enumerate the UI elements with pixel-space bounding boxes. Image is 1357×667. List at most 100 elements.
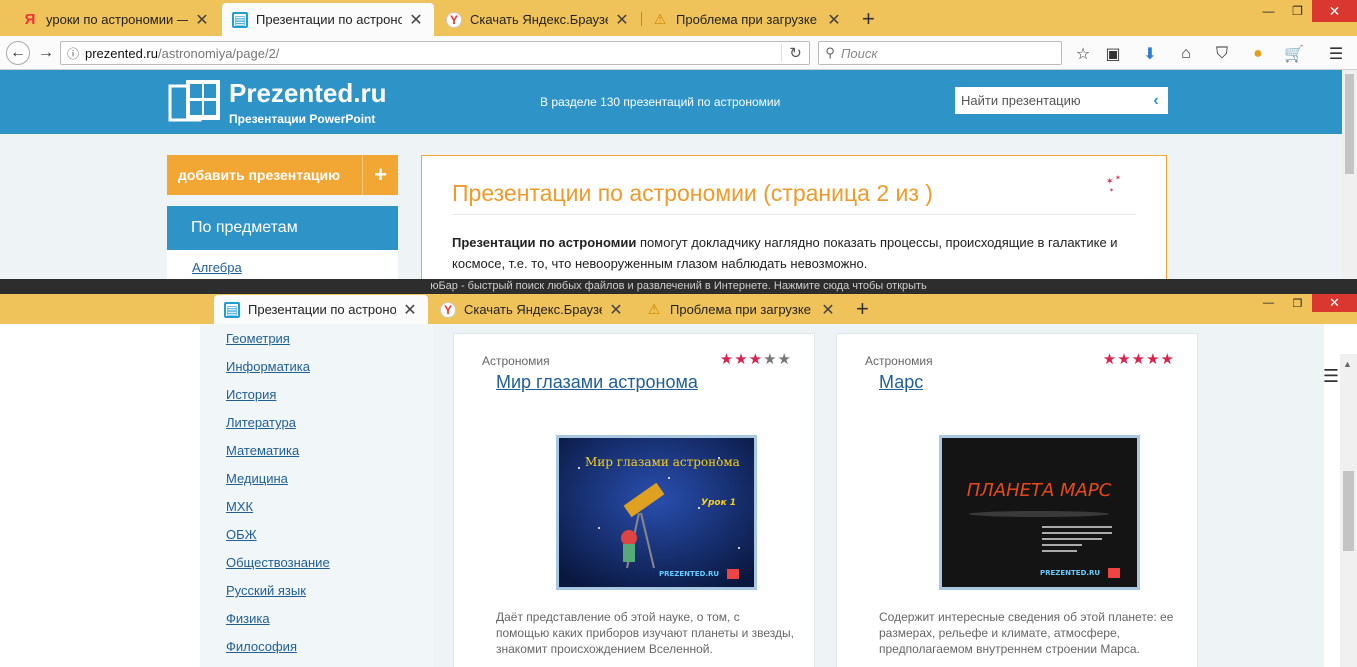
close-window-icon[interactable]: ✕ — [1312, 294, 1357, 312]
subject-link-algebra[interactable]: Алгебра — [192, 260, 242, 275]
intro-text: Презентации по астрономии помогут доклад… — [452, 232, 1136, 274]
page-title: Презентации по астрономии (страница 2 из… — [452, 180, 933, 206]
star-icon[interactable]: ★ — [1161, 351, 1175, 368]
page-scrollbar[interactable]: ☰ ▲ — [1323, 324, 1357, 667]
logo-subtitle: Презентации PowerPoint — [229, 112, 376, 126]
back-arrow-icon[interactable]: ← — [6, 41, 30, 65]
address-bar[interactable]: ⓘ prezented.ru/astronomiya/page/2/ ↻ — [60, 41, 810, 65]
yandex-browser-icon: Y — [446, 11, 462, 28]
star-icon[interactable]: ★ — [749, 351, 763, 368]
maximize-icon[interactable]: ❐ — [1283, 0, 1312, 22]
new-tab-button[interactable]: + — [862, 6, 875, 32]
subjects-list-panel: Геометрия Информатика История Литература… — [200, 324, 433, 667]
rating-stars[interactable]: ★★★★★ — [1103, 350, 1175, 368]
subject-link[interactable]: ОБЖ — [226, 527, 257, 542]
star-icon[interactable]: ★ — [720, 351, 734, 368]
scroll-up-arrow-icon[interactable]: ▲ — [1343, 359, 1352, 369]
warning-icon: ⚠ — [647, 301, 661, 317]
category-label[interactable]: Астрономия — [865, 354, 933, 368]
site-search-input[interactable]: Найти презентацию ‹ — [955, 87, 1168, 114]
logo-title[interactable]: Prezented.ru — [229, 78, 387, 109]
minimize-icon[interactable]: — — [1254, 0, 1283, 22]
reload-icon[interactable]: ↻ — [781, 44, 809, 62]
scrollbar-thumb[interactable] — [1345, 74, 1354, 174]
presentation-thumbnail[interactable]: Мир глазами астронома Урок 1 PREZENTED.R… — [556, 435, 757, 590]
close-tab-icon[interactable]: ✕ — [608, 300, 624, 320]
star-icon[interactable]: ★ — [734, 351, 748, 368]
bookmarks-list-icon[interactable]: ▣ — [1103, 44, 1123, 64]
add-presentation-button[interactable]: добавить презентацию + — [167, 155, 398, 195]
subject-link[interactable]: Философия — [226, 639, 297, 654]
extension-icon[interactable]: ● — [1248, 44, 1268, 64]
subject-link[interactable]: Математика — [226, 443, 299, 458]
thumbnail-brand: PREZENTED.RU — [659, 570, 719, 578]
presentation-icon: ▤ — [232, 11, 248, 28]
thumbnail-subtitle: Урок 1 — [701, 498, 736, 508]
star-icon[interactable]: ★ — [763, 351, 777, 368]
intro-bold: Презентации по астрономии — [452, 235, 637, 250]
tab-prezented[interactable]: ▤ Презентации по астрономи ✕ — [214, 295, 428, 324]
plus-icon: + — [362, 155, 398, 195]
subject-link[interactable]: Физика — [226, 611, 270, 626]
subject-link[interactable]: Русский язык — [226, 583, 306, 598]
tab-yandex-browser[interactable]: Y Скачать Яндекс.Браузер ✕ — [430, 295, 634, 324]
info-icon[interactable]: ⓘ — [61, 45, 85, 62]
close-tab-icon[interactable]: ✕ — [820, 300, 836, 320]
subjects-heading: По предметам — [167, 206, 398, 250]
forward-arrow-icon[interactable]: → — [34, 41, 58, 65]
page-scrollbar[interactable] — [1342, 70, 1357, 280]
star-icon[interactable]: ★ — [1103, 351, 1117, 368]
star-icon[interactable]: ★ — [1132, 351, 1146, 368]
tab-load-problem[interactable]: ⚠ Проблема при загрузке стр ✕ — [642, 3, 852, 36]
home-icon[interactable]: ⌂ — [1176, 44, 1196, 64]
subject-link[interactable]: Геометрия — [226, 331, 290, 346]
scrollbar-thumb[interactable] — [1343, 471, 1354, 551]
subject-link[interactable]: Литература — [226, 415, 296, 430]
star-icon[interactable]: ★ — [1117, 351, 1131, 368]
star-icon[interactable]: ★ — [778, 351, 792, 368]
chevron-left-icon[interactable]: ‹ — [1144, 92, 1168, 110]
subject-link[interactable]: Медицина — [226, 471, 288, 486]
downloads-icon[interactable]: ⬇ — [1140, 44, 1160, 64]
close-tab-icon[interactable]: ✕ — [614, 10, 630, 30]
scrollbar-track[interactable]: ▲ — [1340, 354, 1357, 667]
subject-link[interactable]: Обществознание — [226, 555, 330, 570]
tab-prezented[interactable]: ▤ Презентации по астрономи ✕ — [222, 3, 434, 36]
presentation-thumbnail[interactable]: ПЛАНЕТА МАРС PREZENTED.RU — [939, 435, 1140, 590]
tab-yandex-search[interactable]: Я уроки по астрономии — Ян ✕ — [12, 3, 220, 36]
search-icon: ⚲ — [825, 45, 835, 60]
close-tab-icon[interactable]: ✕ — [402, 300, 418, 320]
bookmark-star-icon[interactable]: ☆ — [1073, 44, 1093, 64]
star-icon[interactable]: ★ — [1146, 351, 1160, 368]
subject-link[interactable]: История — [226, 387, 276, 402]
close-tab-icon[interactable]: ✕ — [826, 10, 842, 30]
maximize-icon[interactable]: ❐ — [1283, 294, 1312, 312]
thumbnail-heading: Мир глазами астронома — [585, 455, 740, 469]
tab-bar: Я уроки по астрономии — Ян ✕ ▤ Презентац… — [0, 0, 1357, 36]
presentation-card: Астрономия ★★★★★ Мир глазами астронома М… — [453, 333, 815, 667]
pocket-icon[interactable]: ⛉ — [1212, 44, 1232, 64]
close-tab-icon[interactable]: ✕ — [408, 10, 424, 30]
thumbnail-heading: ПЛАНЕТА МАРС — [967, 480, 1112, 501]
menu-icon[interactable]: ☰ — [1326, 44, 1346, 64]
rating-stars[interactable]: ★★★★★ — [720, 350, 792, 368]
presentation-title-link[interactable]: Мир глазами астронома — [496, 372, 698, 393]
menu-icon[interactable]: ☰ — [1323, 366, 1339, 387]
minimize-icon[interactable]: — — [1254, 294, 1283, 312]
subject-link[interactable]: Информатика — [226, 359, 310, 374]
category-label[interactable]: Астрономия — [482, 354, 550, 368]
notification-bar[interactable]: юБар - быстрый поиск любых файлов и разв… — [0, 279, 1357, 294]
presentation-icon: ▤ — [224, 301, 240, 318]
yandex-browser-icon: Y — [440, 301, 456, 318]
close-tab-icon[interactable]: ✕ — [194, 10, 210, 30]
subject-link[interactable]: МХК — [226, 499, 253, 514]
url-path: /astronomiya/page/2/ — [158, 45, 280, 61]
new-tab-button[interactable]: + — [856, 296, 869, 322]
tab-yandex-browser[interactable]: Y Скачать Яндекс.Браузер ✕ — [436, 3, 640, 36]
tab-load-problem[interactable]: ⚠ Проблема при загрузке стр ✕ — [636, 295, 846, 324]
close-window-icon[interactable]: ✕ — [1312, 0, 1357, 22]
presentation-title-link[interactable]: Марс — [879, 372, 923, 393]
cart-icon[interactable]: 🛒 — [1284, 44, 1304, 64]
logo-icon[interactable] — [168, 78, 222, 126]
browser-search-input[interactable]: ⚲ Поиск — [818, 41, 1062, 65]
